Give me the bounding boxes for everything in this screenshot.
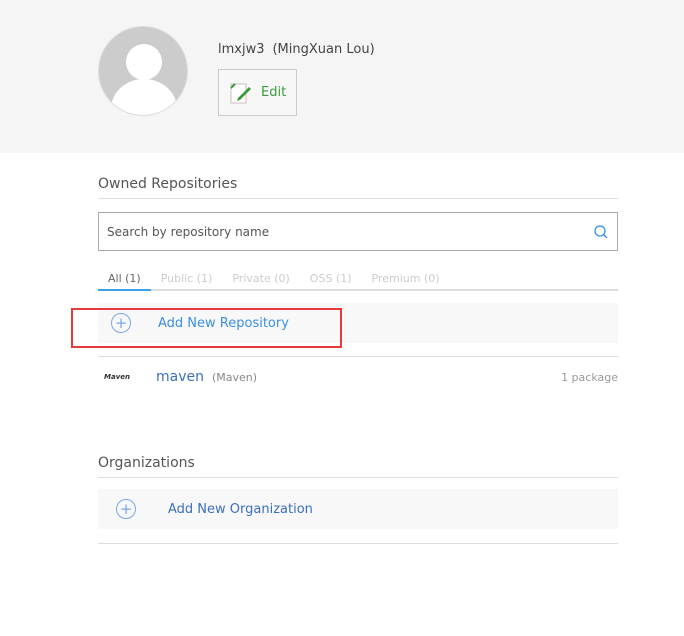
avatar xyxy=(98,26,188,116)
repository-tabs: All (1) Public (1) Private (0) OSS (1) P… xyxy=(98,272,618,291)
tab-oss[interactable]: OSS (1) xyxy=(300,272,362,291)
user-name: lmxjw3 (MingXuan Lou) xyxy=(218,42,375,57)
repo-name[interactable]: maven xyxy=(156,369,204,385)
tab-private[interactable]: Private (0) xyxy=(222,272,299,291)
add-organization-button[interactable]: + Add New Organization xyxy=(98,489,618,529)
plus-circle-icon: + xyxy=(116,499,136,519)
search-icon[interactable] xyxy=(593,224,609,240)
tab-premium[interactable]: Premium (0) xyxy=(362,272,450,291)
search-input[interactable] xyxy=(107,224,593,239)
maven-logo: Maven xyxy=(104,373,130,381)
divider xyxy=(98,356,618,357)
edit-icon xyxy=(230,82,251,103)
username: lmxjw3 xyxy=(218,42,265,57)
edit-label: Edit xyxy=(261,85,287,100)
owned-repositories-title: Owned Repositories xyxy=(98,176,238,192)
highlight-box xyxy=(71,308,342,348)
edit-button[interactable]: Edit xyxy=(218,69,297,116)
divider xyxy=(98,198,618,199)
repository-row[interactable]: Maven maven (Maven) 1 package xyxy=(98,364,618,390)
divider xyxy=(98,477,618,478)
tab-all[interactable]: All (1) xyxy=(98,272,151,291)
full-name: (MingXuan Lou) xyxy=(272,42,375,57)
divider xyxy=(98,543,618,544)
repo-type: (Maven) xyxy=(212,370,258,384)
add-organization-label: Add New Organization xyxy=(168,501,313,517)
package-count: 1 package xyxy=(561,370,618,384)
repository-search[interactable] xyxy=(98,212,618,251)
tab-public[interactable]: Public (1) xyxy=(151,272,223,291)
organizations-title: Organizations xyxy=(98,455,195,471)
profile-header: lmxjw3 (MingXuan Lou) Edit xyxy=(0,0,684,153)
